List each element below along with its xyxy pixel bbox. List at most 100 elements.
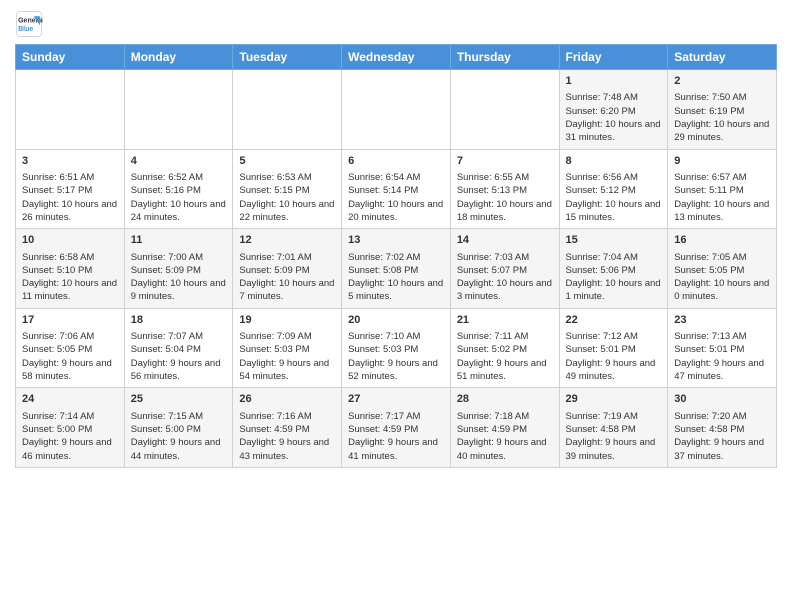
day-info: Sunrise: 7:02 AM Sunset: 5:08 PM Dayligh… (348, 251, 444, 304)
day-info: Sunrise: 7:12 AM Sunset: 5:01 PM Dayligh… (566, 330, 662, 383)
day-info: Sunrise: 7:05 AM Sunset: 5:05 PM Dayligh… (674, 251, 770, 304)
calendar-day-23: 23 Sunrise: 7:13 AM Sunset: 5:01 PM Dayli… (668, 308, 777, 388)
day-number: 10 (22, 233, 118, 248)
day-number: 13 (348, 233, 444, 248)
calendar-day-2: 2 Sunrise: 7:50 AM Sunset: 6:19 PM Daylig… (668, 70, 777, 150)
calendar-day-12: 12Sunrise: 7:01 AM Sunset: 5:09 PM Dayli… (233, 229, 342, 309)
calendar-empty-cell (124, 70, 233, 150)
day-number: 5 (239, 154, 335, 169)
day-info: Sunrise: 7:20 AM Sunset: 4:58 PM Dayligh… (674, 410, 770, 463)
day-number: 26 (239, 392, 335, 407)
day-info: Sunrise: 7:06 AM Sunset: 5:05 PM Dayligh… (22, 330, 118, 383)
day-info: Sunrise: 7:48 AM Sunset: 6:20 PM Dayligh… (566, 91, 662, 144)
day-info: Sunrise: 6:54 AM Sunset: 5:14 PM Dayligh… (348, 171, 444, 224)
day-info: Sunrise: 6:57 AM Sunset: 5:11 PM Dayligh… (674, 171, 770, 224)
calendar-empty-cell (16, 70, 125, 150)
calendar-day-28: 28 Sunrise: 7:18 AM Sunset: 4:59 PM Dayli… (450, 388, 559, 468)
day-number: 8 (566, 154, 662, 169)
calendar-day-7: 7 Sunrise: 6:55 AM Sunset: 5:13 PM Daylig… (450, 149, 559, 229)
calendar-day-5: 5 Sunrise: 6:53 AM Sunset: 5:15 PM Daylig… (233, 149, 342, 229)
day-number: 18 (131, 313, 227, 328)
day-number: 29 (566, 392, 662, 407)
day-info: Sunrise: 7:18 AM Sunset: 4:59 PM Dayligh… (457, 410, 553, 463)
calendar-day-6: 6 Sunrise: 6:54 AM Sunset: 5:14 PM Daylig… (342, 149, 451, 229)
calendar-day-10: 10Sunrise: 6:58 AM Sunset: 5:10 PM Dayli… (16, 229, 125, 309)
day-number: 27 (348, 392, 444, 407)
calendar-day-14: 14 Sunrise: 7:03 AM Sunset: 5:07 PM Dayli… (450, 229, 559, 309)
day-info: Sunrise: 7:09 AM Sunset: 5:03 PM Dayligh… (239, 330, 335, 383)
day-number: 30 (674, 392, 770, 407)
calendar-day-20: 20 Sunrise: 7:10 AM Sunset: 5:03 PM Dayli… (342, 308, 451, 388)
day-info: Sunrise: 7:16 AM Sunset: 4:59 PM Dayligh… (239, 410, 335, 463)
calendar-day-11: 11 Sunrise: 7:00 AM Sunset: 5:09 PM Dayli… (124, 229, 233, 309)
day-number: 19 (239, 313, 335, 328)
day-info: Sunrise: 7:19 AM Sunset: 4:58 PM Dayligh… (566, 410, 662, 463)
calendar-week-row: 24Sunrise: 7:14 AM Sunset: 5:00 PM Dayli… (16, 388, 777, 468)
day-number: 20 (348, 313, 444, 328)
weekday-header-friday: Friday (559, 45, 668, 70)
calendar-day-27: 27Sunrise: 7:17 AM Sunset: 4:59 PM Dayli… (342, 388, 451, 468)
day-info: Sunrise: 6:53 AM Sunset: 5:15 PM Dayligh… (239, 171, 335, 224)
page-header: General Blue (15, 10, 777, 38)
weekday-header-monday: Monday (124, 45, 233, 70)
day-info: Sunrise: 7:10 AM Sunset: 5:03 PM Dayligh… (348, 330, 444, 383)
calendar-empty-cell (450, 70, 559, 150)
day-number: 4 (131, 154, 227, 169)
calendar-empty-cell (342, 70, 451, 150)
calendar-day-18: 18Sunrise: 7:07 AM Sunset: 5:04 PM Dayli… (124, 308, 233, 388)
calendar-table: SundayMondayTuesdayWednesdayThursdayFrid… (15, 44, 777, 468)
logo-icon: General Blue (15, 10, 43, 38)
day-number: 23 (674, 313, 770, 328)
day-number: 11 (131, 233, 227, 248)
weekday-header-sunday: Sunday (16, 45, 125, 70)
day-number: 1 (566, 74, 662, 89)
day-info: Sunrise: 7:13 AM Sunset: 5:01 PM Dayligh… (674, 330, 770, 383)
day-info: Sunrise: 7:00 AM Sunset: 5:09 PM Dayligh… (131, 251, 227, 304)
calendar-day-17: 17 Sunrise: 7:06 AM Sunset: 5:05 PM Dayli… (16, 308, 125, 388)
calendar-day-26: 26 Sunrise: 7:16 AM Sunset: 4:59 PM Dayli… (233, 388, 342, 468)
calendar-week-row: 10Sunrise: 6:58 AM Sunset: 5:10 PM Dayli… (16, 229, 777, 309)
day-number: 24 (22, 392, 118, 407)
calendar-day-24: 24Sunrise: 7:14 AM Sunset: 5:00 PM Dayli… (16, 388, 125, 468)
calendar-day-13: 13 Sunrise: 7:02 AM Sunset: 5:08 PM Dayli… (342, 229, 451, 309)
weekday-header-saturday: Saturday (668, 45, 777, 70)
calendar-day-9: 9 Sunrise: 6:57 AM Sunset: 5:11 PM Daylig… (668, 149, 777, 229)
calendar-day-25: 25Sunrise: 7:15 AM Sunset: 5:00 PM Dayli… (124, 388, 233, 468)
day-number: 28 (457, 392, 553, 407)
calendar-day-15: 15 Sunrise: 7:04 AM Sunset: 5:06 PM Dayli… (559, 229, 668, 309)
calendar-day-30: 30 Sunrise: 7:20 AM Sunset: 4:58 PM Dayli… (668, 388, 777, 468)
day-number: 15 (566, 233, 662, 248)
calendar-week-row: 17 Sunrise: 7:06 AM Sunset: 5:05 PM Dayli… (16, 308, 777, 388)
calendar-empty-cell (233, 70, 342, 150)
day-info: Sunrise: 6:55 AM Sunset: 5:13 PM Dayligh… (457, 171, 553, 224)
day-number: 9 (674, 154, 770, 169)
day-number: 21 (457, 313, 553, 328)
svg-text:Blue: Blue (18, 26, 33, 33)
day-number: 6 (348, 154, 444, 169)
weekday-header-wednesday: Wednesday (342, 45, 451, 70)
day-info: Sunrise: 7:03 AM Sunset: 5:07 PM Dayligh… (457, 251, 553, 304)
day-number: 3 (22, 154, 118, 169)
calendar-day-4: 4Sunrise: 6:52 AM Sunset: 5:16 PM Daylig… (124, 149, 233, 229)
day-info: Sunrise: 7:04 AM Sunset: 5:06 PM Dayligh… (566, 251, 662, 304)
day-info: Sunrise: 7:11 AM Sunset: 5:02 PM Dayligh… (457, 330, 553, 383)
day-info: Sunrise: 6:56 AM Sunset: 5:12 PM Dayligh… (566, 171, 662, 224)
weekday-header-tuesday: Tuesday (233, 45, 342, 70)
calendar-day-1: 1 Sunrise: 7:48 AM Sunset: 6:20 PM Daylig… (559, 70, 668, 150)
calendar-day-16: 16Sunrise: 7:05 AM Sunset: 5:05 PM Dayli… (668, 229, 777, 309)
day-info: Sunrise: 7:50 AM Sunset: 6:19 PM Dayligh… (674, 91, 770, 144)
calendar-day-3: 3Sunrise: 6:51 AM Sunset: 5:17 PM Daylig… (16, 149, 125, 229)
day-number: 25 (131, 392, 227, 407)
day-number: 22 (566, 313, 662, 328)
day-number: 2 (674, 74, 770, 89)
day-info: Sunrise: 7:01 AM Sunset: 5:09 PM Dayligh… (239, 251, 335, 304)
day-number: 14 (457, 233, 553, 248)
day-number: 17 (22, 313, 118, 328)
day-number: 7 (457, 154, 553, 169)
calendar-day-19: 19 Sunrise: 7:09 AM Sunset: 5:03 PM Dayli… (233, 308, 342, 388)
calendar-week-row: 3Sunrise: 6:51 AM Sunset: 5:17 PM Daylig… (16, 149, 777, 229)
weekday-header-row: SundayMondayTuesdayWednesdayThursdayFrid… (16, 45, 777, 70)
calendar-week-row: 1 Sunrise: 7:48 AM Sunset: 6:20 PM Daylig… (16, 70, 777, 150)
calendar-day-22: 22 Sunrise: 7:12 AM Sunset: 5:01 PM Dayli… (559, 308, 668, 388)
calendar-day-21: 21 Sunrise: 7:11 AM Sunset: 5:02 PM Dayli… (450, 308, 559, 388)
